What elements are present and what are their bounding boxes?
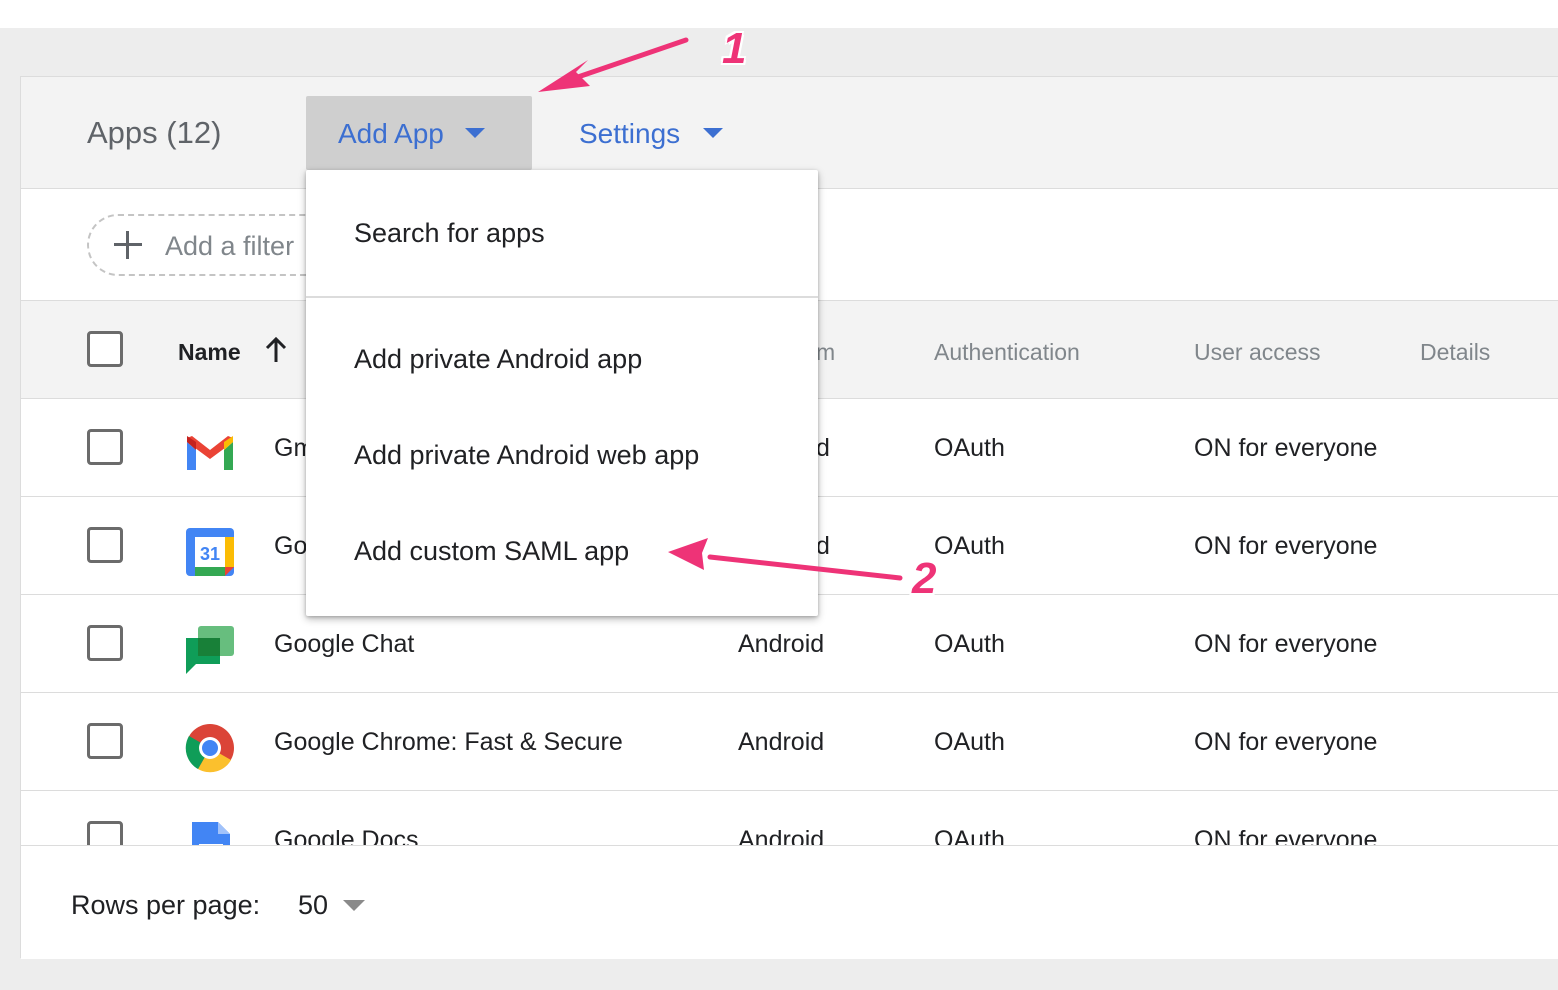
app-authentication: OAuth [934, 826, 1005, 845]
app-user-access: ON for everyone [1194, 728, 1378, 756]
app-user-access: ON for everyone [1194, 434, 1378, 462]
chevron-down-icon [465, 128, 485, 138]
column-header-platform[interactable]: m [816, 339, 835, 366]
app-authentication: OAuth [934, 630, 1005, 658]
select-all-checkbox[interactable] [87, 331, 123, 367]
rows-per-page-select[interactable]: 50 [298, 890, 328, 921]
annotation-arrow-1 [572, 37, 689, 81]
app-name[interactable]: Google Chat [274, 630, 414, 659]
column-header-details[interactable]: Details [1420, 339, 1490, 366]
menu-item-label: Add custom SAML app [354, 536, 630, 566]
annotation-step-2: 2 [912, 554, 937, 603]
google-calendar-icon: 31 [186, 528, 234, 576]
app-authentication: OAuth [934, 434, 1005, 462]
add-app-menu: Search for apps Add private Android app … [306, 170, 818, 616]
google-chrome-icon [185, 724, 234, 773]
page-title: Apps (12) [87, 115, 222, 150]
row-checkbox[interactable] [87, 429, 123, 465]
top-bar [0, 0, 1558, 28]
pagination-bar: Rows per page: 50 [21, 845, 1558, 959]
app-name[interactable]: Google Chrome: Fast & Secure [274, 728, 623, 757]
gmail-icon [187, 436, 233, 470]
column-header-authentication[interactable]: Authentication [934, 339, 1080, 366]
sort-ascending-icon[interactable] [261, 335, 291, 365]
row-checkbox[interactable] [87, 625, 123, 661]
row-checkbox[interactable] [87, 527, 123, 563]
app-platform: d [816, 532, 830, 560]
settings-label: Settings [579, 118, 681, 149]
google-docs-icon [192, 822, 230, 845]
google-chat-icon [186, 626, 234, 674]
app-platform: Android [738, 630, 825, 658]
rows-per-page-label: Rows per page: [71, 890, 261, 920]
app-user-access: ON for everyone [1194, 532, 1378, 560]
app-name[interactable]: Google Docs [274, 826, 419, 845]
menu-item-search-for-apps[interactable]: Search for apps [306, 170, 818, 296]
annotation-step-1: 1 [722, 24, 747, 73]
app-platform: d [816, 434, 830, 462]
row-checkbox[interactable] [87, 821, 123, 845]
app-name[interactable]: Go [274, 532, 307, 561]
table-row[interactable]: Google Chrome: Fast & Secure Android OAu… [21, 693, 1558, 791]
app-user-access: ON for everyone [1194, 826, 1378, 845]
add-app-label: Add App [338, 118, 444, 149]
column-header-name[interactable]: Name [178, 339, 241, 366]
menu-item-add-custom-saml-app[interactable]: Add custom SAML app [306, 490, 818, 586]
app-platform: Android [738, 826, 825, 845]
app-platform: Android [738, 728, 825, 756]
menu-item-add-private-android-app[interactable]: Add private Android app [306, 298, 818, 394]
chevron-down-icon[interactable] [343, 900, 365, 911]
app-authentication: OAuth [934, 532, 1005, 560]
add-app-button[interactable]: Add App [306, 96, 532, 170]
row-checkbox[interactable] [87, 723, 123, 759]
menu-item-label: Add private Android app [354, 344, 643, 374]
settings-button[interactable]: Settings [569, 96, 739, 170]
add-filter-label: Add a filter [165, 231, 295, 261]
calendar-day-number: 31 [200, 544, 220, 564]
table-row[interactable]: Google Docs Android OAuth ON for everyon… [21, 791, 1558, 845]
menu-item-label: Search for apps [354, 218, 545, 248]
app-user-access: ON for everyone [1194, 630, 1378, 658]
app-authentication: OAuth [934, 728, 1005, 756]
menu-item-add-private-android-web-app[interactable]: Add private Android web app [306, 394, 818, 490]
column-header-user-access[interactable]: User access [1194, 339, 1321, 366]
chevron-down-icon [703, 128, 723, 138]
plus-icon [111, 228, 145, 262]
menu-item-label: Add private Android web app [354, 440, 700, 470]
